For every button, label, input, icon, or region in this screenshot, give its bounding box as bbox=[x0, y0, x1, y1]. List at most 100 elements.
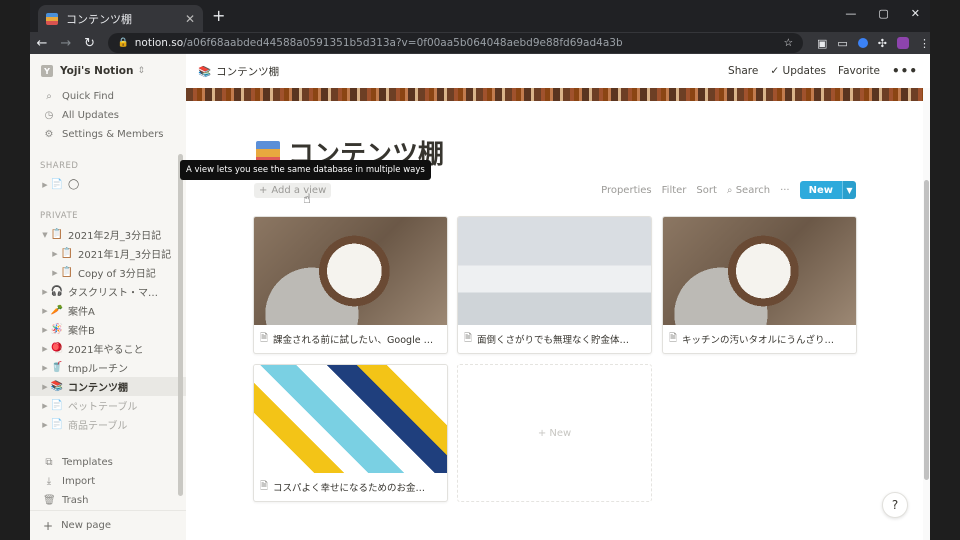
filter-button[interactable]: Filter bbox=[662, 185, 687, 196]
expand-icon[interactable]: ▶ bbox=[40, 421, 50, 429]
import-label: Import bbox=[62, 476, 96, 487]
sidebar-page-diary-feb[interactable]: ▼ 📋 2021年2月_3分日記 bbox=[30, 225, 186, 244]
maximize-button[interactable]: ▢ bbox=[878, 7, 888, 20]
sidebar-page-label: 2021年2月_3分日記 bbox=[68, 231, 162, 242]
private-section-label: PRIVATE bbox=[40, 211, 79, 221]
gallery-card[interactable]: 🗎 課金される前に試したい、Google … bbox=[253, 216, 448, 354]
add-view-button[interactable]: + Add a view bbox=[254, 182, 332, 198]
new-card-button[interactable]: + New bbox=[457, 364, 652, 502]
chrome-menu-icon[interactable]: ⋮ bbox=[919, 37, 930, 50]
sidebar-page-label: タスクリスト・マ… bbox=[68, 288, 158, 299]
templates[interactable]: ⧉ Templates bbox=[30, 453, 186, 472]
expand-icon[interactable]: ▶ bbox=[40, 402, 50, 410]
sidebar-page-tmp-routine[interactable]: ▶ 🥤 tmpルーチン bbox=[30, 358, 186, 377]
page-icon: 🗎 bbox=[464, 332, 473, 344]
expand-icon[interactable]: ▶ bbox=[40, 383, 50, 391]
favorite-button[interactable]: Favorite bbox=[838, 65, 880, 77]
extension-dot-icon[interactable] bbox=[857, 38, 868, 48]
profile-avatar[interactable] bbox=[897, 37, 910, 49]
minimize-button[interactable]: — bbox=[845, 7, 856, 20]
back-button[interactable]: ← bbox=[30, 36, 54, 51]
card-title: キッチンの汚いタオルにうんざり… bbox=[682, 335, 835, 346]
new-button[interactable]: New ▼ bbox=[799, 181, 856, 199]
page-icon: 🗎 bbox=[260, 332, 269, 344]
card-cover-image bbox=[254, 217, 447, 325]
workspace-switcher[interactable]: Y Yoji's Notion ⇕ bbox=[30, 54, 186, 77]
sidebar-page-shared[interactable]: ▶ 📄 ◯ bbox=[30, 175, 186, 194]
sidebar-page-2021-todo[interactable]: ▶ 🪀 2021年やること bbox=[30, 339, 186, 358]
sidebar-page-content-shelf[interactable]: ▶ 📚 コンテンツ棚 bbox=[30, 377, 186, 396]
scrollbar-thumb[interactable] bbox=[924, 180, 929, 480]
sidebar: Y Yoji's Notion ⇕ ⌕ Quick Find ◷ All Upd… bbox=[30, 54, 186, 540]
tab-close-icon[interactable]: ✕ bbox=[185, 12, 195, 26]
gallery-card[interactable]: 🗎 面倒くさがりでも無理なく貯金体… bbox=[457, 216, 652, 354]
share-button[interactable]: Share bbox=[728, 65, 758, 77]
puzzle-icon[interactable]: ✣ bbox=[878, 37, 887, 50]
sidebar-page-label: 案件B bbox=[68, 326, 95, 337]
sidebar-page-project-b[interactable]: ▶ 🪅 案件B bbox=[30, 320, 186, 339]
url-host: notion.so bbox=[134, 37, 184, 49]
settings-members[interactable]: ⚙ Settings & Members bbox=[30, 125, 186, 144]
sort-button[interactable]: Sort bbox=[696, 185, 717, 196]
all-updates-label: All Updates bbox=[62, 110, 120, 121]
chevron-updown-icon: ⇕ bbox=[137, 66, 146, 76]
sidebar-page-product-table[interactable]: ▶ 📄 商品テーブル bbox=[30, 415, 186, 434]
address-bar[interactable]: 🔒 notion.so /a06f68aabded44588a0591351b5… bbox=[107, 33, 803, 53]
search-button[interactable]: ⌕ Search bbox=[727, 185, 770, 196]
sidebar-page-diary-jan[interactable]: ▶ 📋 2021年1月_3分日記 bbox=[30, 244, 186, 263]
expand-icon[interactable]: ▶ bbox=[50, 250, 60, 258]
reload-button[interactable]: ↻ bbox=[78, 36, 102, 51]
help-button[interactable]: ? bbox=[882, 492, 908, 518]
card-cover-image bbox=[458, 217, 651, 325]
expand-icon[interactable]: ▶ bbox=[40, 345, 50, 353]
sidebar-page-pet-table[interactable]: ▶ 📄 ペットテーブル bbox=[30, 396, 186, 415]
sidebar-page-tasklist[interactable]: ▶ 🎧 タスクリスト・マ… bbox=[30, 282, 186, 301]
close-window-button[interactable]: ✕ bbox=[911, 7, 920, 20]
card-cover-image bbox=[663, 217, 856, 325]
expand-icon[interactable]: ▶ bbox=[40, 181, 50, 189]
expand-icon[interactable]: ▶ bbox=[40, 364, 50, 372]
sidebar-page-project-a[interactable]: ▶ 🥕 案件A bbox=[30, 301, 186, 320]
sidebar-page-label: 2021年やること bbox=[68, 345, 144, 356]
shared-section-label: SHARED bbox=[40, 161, 79, 171]
quick-find[interactable]: ⌕ Quick Find bbox=[30, 87, 186, 106]
bookmark-star-icon[interactable]: ☆ bbox=[784, 37, 793, 49]
gallery-card[interactable]: 🗎 キッチンの汚いタオルにうんざり… bbox=[662, 216, 857, 354]
forward-button[interactable]: → bbox=[54, 36, 78, 51]
gallery-card[interactable]: 🗎 コスパよく幸せになるためのお金… bbox=[253, 364, 448, 502]
expand-icon[interactable]: ▼ bbox=[40, 231, 50, 239]
database-more-button[interactable]: ··· bbox=[780, 185, 790, 196]
import[interactable]: ⤓ Import bbox=[30, 472, 186, 491]
breadcrumb[interactable]: 📚 コンテンツ棚 bbox=[198, 64, 279, 79]
updates-button[interactable]: ✓ Updates bbox=[770, 65, 826, 77]
expand-icon[interactable]: ▶ bbox=[40, 288, 50, 296]
extension-icon[interactable]: ▭ bbox=[837, 37, 847, 50]
expand-icon[interactable]: ▶ bbox=[40, 326, 50, 334]
expand-icon[interactable]: ▶ bbox=[50, 269, 60, 277]
sidebar-page-label: 2021年1月_3分日記 bbox=[78, 250, 172, 261]
top-bar: 📚 コンテンツ棚 Share ✓ Updates Favorite ••• bbox=[186, 54, 930, 88]
chevron-down-icon[interactable]: ▼ bbox=[842, 181, 856, 199]
check-icon: ✓ bbox=[770, 65, 780, 77]
search-label: Search bbox=[735, 184, 771, 196]
properties-button[interactable]: Properties bbox=[601, 185, 652, 196]
sidebar-page-diary-copy[interactable]: ▶ 📋 Copy of 3分日記 bbox=[30, 263, 186, 282]
sidebar-page-label: ◯ bbox=[68, 179, 80, 190]
new-button-label[interactable]: New bbox=[799, 181, 842, 199]
trash[interactable]: 🗑 Trash bbox=[30, 491, 186, 510]
cover-image[interactable] bbox=[186, 88, 923, 101]
page-icon: 🗎 bbox=[260, 480, 269, 492]
expand-icon[interactable]: ▶ bbox=[40, 307, 50, 315]
sidebar-scrollbar[interactable] bbox=[178, 154, 183, 496]
browser-tab[interactable]: コンテンツ棚 ✕ bbox=[38, 5, 203, 32]
more-menu-button[interactable]: ••• bbox=[892, 64, 918, 78]
window-controls: — ▢ ✕ bbox=[845, 7, 920, 20]
notion-extension-icon[interactable]: ▣ bbox=[817, 37, 827, 50]
new-page-button[interactable]: + New page bbox=[30, 510, 186, 540]
templates-icon: ⧉ bbox=[45, 457, 53, 468]
all-updates[interactable]: ◷ All Updates bbox=[30, 106, 186, 125]
page-scrollbar[interactable] bbox=[923, 88, 930, 540]
new-tab-button[interactable]: + bbox=[212, 6, 225, 25]
tooltip: A view lets you see the same database in… bbox=[180, 160, 431, 180]
books-icon: 📚 bbox=[50, 381, 64, 392]
